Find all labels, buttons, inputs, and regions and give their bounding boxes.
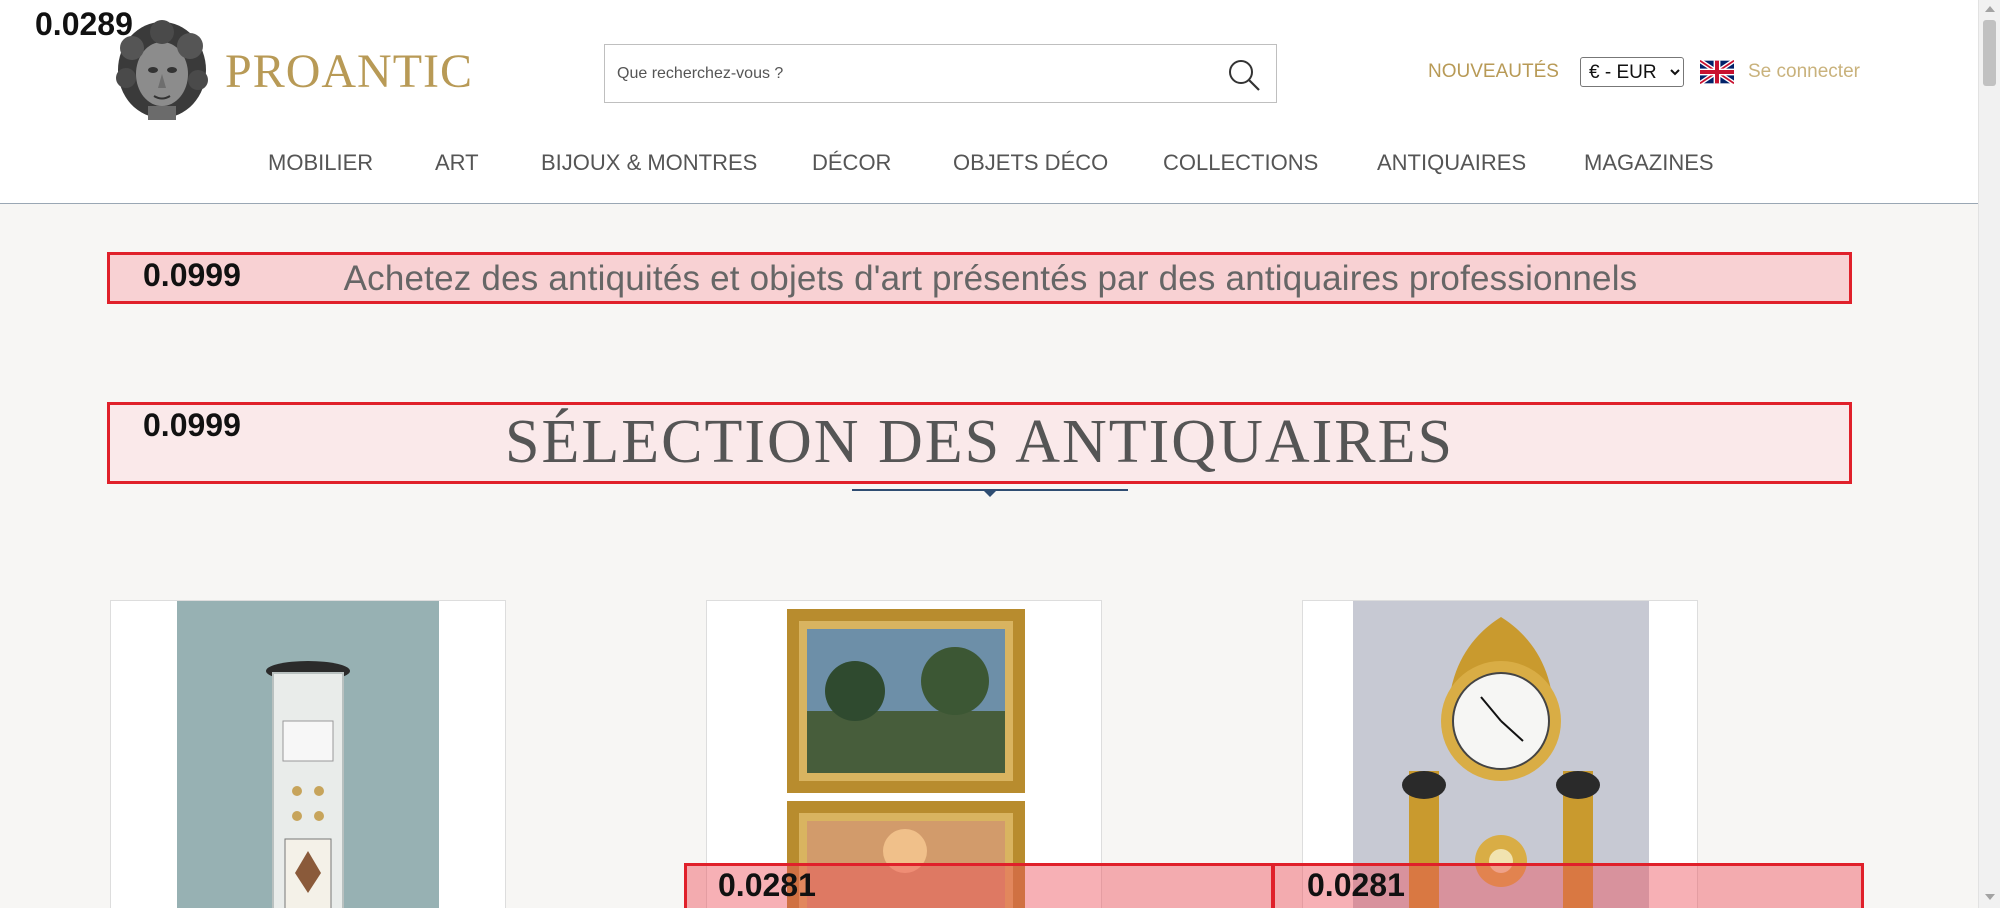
scroll-down-arrow-icon[interactable] bbox=[1985, 894, 1995, 900]
page-scrollbar[interactable] bbox=[1978, 0, 2000, 908]
nouveautes-link[interactable]: NOUVEAUTÉS bbox=[1428, 61, 1559, 83]
product-image-paintings bbox=[785, 601, 1027, 908]
search-input[interactable] bbox=[605, 45, 1205, 102]
score-label-section: 0.0999 bbox=[143, 407, 241, 443]
nav-item-decor[interactable]: DÉCOR bbox=[812, 150, 891, 176]
product-card-clock[interactable] bbox=[1302, 600, 1698, 908]
page: PROANTIC NOUVEAUTÉS € - EUR Se connecter… bbox=[0, 0, 2000, 908]
nav-item-art[interactable]: ART bbox=[435, 150, 479, 176]
site-header: PROANTIC NOUVEAUTÉS € - EUR Se connecter… bbox=[0, 0, 1978, 204]
nav-item-objets-deco[interactable]: OBJETS DÉCO bbox=[953, 150, 1108, 176]
product-image-specimen bbox=[177, 601, 439, 908]
section-divider-caret bbox=[984, 491, 996, 497]
product-image-clock bbox=[1353, 601, 1649, 908]
main-nav: MOBILIER ART BIJOUX & MONTRES DÉCOR OBJE… bbox=[0, 150, 1978, 180]
nav-item-bijoux-montres[interactable]: BIJOUX & MONTRES bbox=[541, 150, 757, 176]
currency-select[interactable]: € - EUR bbox=[1580, 57, 1684, 87]
nav-item-magazines[interactable]: MAGAZINES bbox=[1584, 150, 1714, 176]
score-label-top-left: 0.0289 bbox=[35, 6, 133, 42]
scroll-up-arrow-icon[interactable] bbox=[1985, 6, 1995, 12]
nav-item-mobilier[interactable]: MOBILIER bbox=[268, 150, 373, 176]
search-icon[interactable] bbox=[1226, 57, 1262, 93]
score-label-card3: 0.0281 bbox=[1307, 867, 1405, 903]
product-card-paintings[interactable] bbox=[706, 600, 1102, 908]
score-label-tagline: 0.0999 bbox=[143, 257, 241, 293]
nav-item-antiquaires[interactable]: ANTIQUAIRES bbox=[1377, 150, 1526, 176]
uk-flag-icon[interactable] bbox=[1700, 60, 1734, 84]
search-bar bbox=[604, 44, 1277, 103]
highlight-box-tagline bbox=[107, 252, 1852, 304]
login-link[interactable]: Se connecter bbox=[1748, 61, 1860, 83]
scroll-thumb[interactable] bbox=[1983, 20, 1996, 86]
nav-item-collections[interactable]: COLLECTIONS bbox=[1163, 150, 1318, 176]
score-label-card2: 0.0281 bbox=[718, 867, 816, 903]
product-card-specimen[interactable] bbox=[110, 600, 506, 908]
highlight-box-section bbox=[107, 402, 1852, 484]
brand-name[interactable]: PROANTIC bbox=[225, 44, 473, 99]
